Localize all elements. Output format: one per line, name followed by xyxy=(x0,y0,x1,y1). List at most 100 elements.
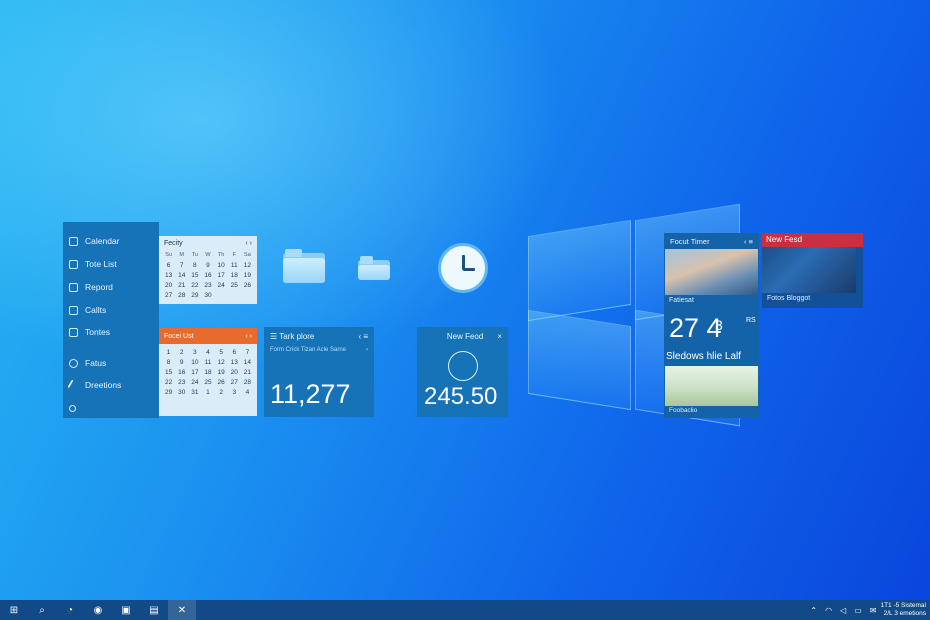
calendar-day[interactable]: 23 xyxy=(201,282,214,289)
weekday-label[interactable]: M xyxy=(175,252,188,258)
calendar-day[interactable]: 27 xyxy=(162,292,175,299)
calendar-day[interactable]: 30 xyxy=(201,292,214,299)
task-tile-controls[interactable]: ‹ ≡ xyxy=(358,332,368,341)
calendar-day[interactable]: 15 xyxy=(188,272,201,279)
focus-list-day[interactable]: 29 xyxy=(162,389,175,396)
focus-list-day[interactable]: 27 xyxy=(228,379,241,386)
calendar-day[interactable]: 10 xyxy=(215,262,228,269)
focus-list-day[interactable]: 4 xyxy=(201,349,214,356)
focus-list-day[interactable]: 5 xyxy=(215,349,228,356)
folder-small-icon[interactable] xyxy=(358,256,390,280)
sidebar-item-calendar[interactable]: Calendar xyxy=(63,231,159,251)
weekday-label[interactable]: Th xyxy=(215,252,228,258)
sidebar-item-report[interactable]: Repord xyxy=(63,277,159,297)
calendar-nav-icon[interactable]: ‹ › xyxy=(245,240,252,247)
weekday-label[interactable]: F xyxy=(228,252,241,258)
focus-list-day[interactable]: 15 xyxy=(162,369,175,376)
clock-icon[interactable] xyxy=(438,243,488,293)
calendar-day[interactable]: 9 xyxy=(201,262,214,269)
focus-list-day[interactable]: 24 xyxy=(188,379,201,386)
search-icon[interactable]: ⌕ xyxy=(28,600,56,620)
calendar-day[interactable]: 16 xyxy=(201,272,214,279)
focus-list-day[interactable]: 3 xyxy=(188,349,201,356)
focus-timer-controls[interactable]: ‹ ≡ xyxy=(744,237,753,246)
news-icon[interactable]: ▤ xyxy=(140,600,168,620)
task-tile[interactable]: ☰ Tark plore ‹ ≡ Form Crick Tizan Acle S… xyxy=(264,327,374,417)
weekday-label[interactable]: Tu xyxy=(188,252,201,258)
focus-timer-card[interactable]: Focut Timer ‹ ≡ Fatiesat 27 4 3 RS Sledo… xyxy=(664,233,759,418)
focus-list-day[interactable]: 7 xyxy=(241,349,254,356)
focus-list-day[interactable]: 31 xyxy=(188,389,201,396)
sidebar-item-tote-list[interactable]: Tote List xyxy=(63,254,159,274)
calendar-day[interactable]: 8 xyxy=(188,262,201,269)
focus-list-day[interactable]: 2 xyxy=(215,389,228,396)
network-icon[interactable]: ◠ xyxy=(825,606,832,615)
focus-list-day[interactable]: 13 xyxy=(228,359,241,366)
calendar-day[interactable]: 25 xyxy=(228,282,241,289)
calendar-day[interactable]: 12 xyxy=(241,262,254,269)
focus-list-nav-icon[interactable]: ‹ › xyxy=(245,333,252,340)
focus-list-day[interactable]: 20 xyxy=(228,369,241,376)
sidebar-item-calls[interactable]: Callts xyxy=(63,300,159,320)
calendar-day[interactable]: 7 xyxy=(175,262,188,269)
calendar-day[interactable]: 21 xyxy=(175,282,188,289)
weekday-label[interactable]: Su xyxy=(162,252,175,258)
focus-list-day[interactable]: 4 xyxy=(241,389,254,396)
calendar-day[interactable]: 24 xyxy=(215,282,228,289)
news-tile[interactable]: New Feod × 245.50 xyxy=(417,327,508,417)
app-icon[interactable]: ✕ xyxy=(168,600,196,620)
sidebar-item-directions[interactable]: Dreetions xyxy=(63,375,159,395)
edge-icon[interactable]: ◔ xyxy=(56,600,84,620)
focus-list-day[interactable]: 11 xyxy=(201,359,214,366)
focus-list-day[interactable]: 30 xyxy=(175,389,188,396)
calendar-day[interactable]: 6 xyxy=(162,262,175,269)
calendar-day[interactable]: 26 xyxy=(241,282,254,289)
chevron-right-icon[interactable]: › xyxy=(366,347,368,353)
calendar-day[interactable]: 17 xyxy=(215,272,228,279)
focus-list-day[interactable]: 12 xyxy=(215,359,228,366)
calendar-day[interactable]: 18 xyxy=(228,272,241,279)
focus-list-day[interactable]: 1 xyxy=(162,349,175,356)
focus-list-day[interactable]: 18 xyxy=(201,369,214,376)
chevron-up-icon[interactable]: ⌃ xyxy=(810,606,817,615)
sidebar-item-fatus[interactable]: Fatus xyxy=(63,353,159,373)
close-icon[interactable]: × xyxy=(497,332,502,341)
taskbar-clock[interactable]: 1T1 -5 Sistemal 2/L 3 emetions xyxy=(880,602,930,618)
sidebar-item-circle[interactable] xyxy=(63,398,159,418)
store-icon[interactable]: ▣ xyxy=(112,600,140,620)
focus-list-day[interactable]: 3 xyxy=(228,389,241,396)
battery-icon[interactable]: ▭ xyxy=(854,606,862,615)
focus-list-day[interactable]: 14 xyxy=(241,359,254,366)
focus-list-day[interactable]: 22 xyxy=(162,379,175,386)
focus-list-day[interactable]: 1 xyxy=(201,389,214,396)
weekday-label[interactable]: W xyxy=(201,252,214,258)
focus-list-day[interactable]: 2 xyxy=(175,349,188,356)
focus-list-day[interactable]: 28 xyxy=(241,379,254,386)
focus-list-day[interactable]: 19 xyxy=(215,369,228,376)
focus-list-day[interactable]: 9 xyxy=(175,359,188,366)
focus-list-day[interactable]: 10 xyxy=(188,359,201,366)
focus-list-day[interactable]: 23 xyxy=(175,379,188,386)
calendar-day[interactable]: 11 xyxy=(228,262,241,269)
new-feed-card[interactable]: New Fesd Fotos Bloggot xyxy=(762,233,863,308)
calendar-day[interactable]: 20 xyxy=(162,282,175,289)
focus-list-day[interactable]: 17 xyxy=(188,369,201,376)
mail-icon[interactable]: ✉ xyxy=(870,606,877,615)
focus-list-day[interactable]: 26 xyxy=(215,379,228,386)
weekday-label[interactable]: Sa xyxy=(241,252,254,258)
volume-icon[interactable]: ◁ xyxy=(840,606,846,615)
start-icon[interactable]: ⊞ xyxy=(0,600,28,620)
calendar-day[interactable]: 19 xyxy=(241,272,254,279)
calendar-day[interactable]: 14 xyxy=(175,272,188,279)
calendar-day[interactable]: 29 xyxy=(188,292,201,299)
focus-list-day[interactable]: 16 xyxy=(175,369,188,376)
sidebar-item-notes[interactable]: Tontes xyxy=(63,322,159,342)
calendar-day[interactable]: 28 xyxy=(175,292,188,299)
calendar-day[interactable]: 22 xyxy=(188,282,201,289)
focus-list-day[interactable]: 8 xyxy=(162,359,175,366)
focus-list-day[interactable]: 6 xyxy=(228,349,241,356)
focus-list-day[interactable]: 25 xyxy=(201,379,214,386)
calendar-day[interactable]: 13 xyxy=(162,272,175,279)
focus-list-day[interactable]: 21 xyxy=(241,369,254,376)
folder-icon[interactable] xyxy=(283,249,325,283)
